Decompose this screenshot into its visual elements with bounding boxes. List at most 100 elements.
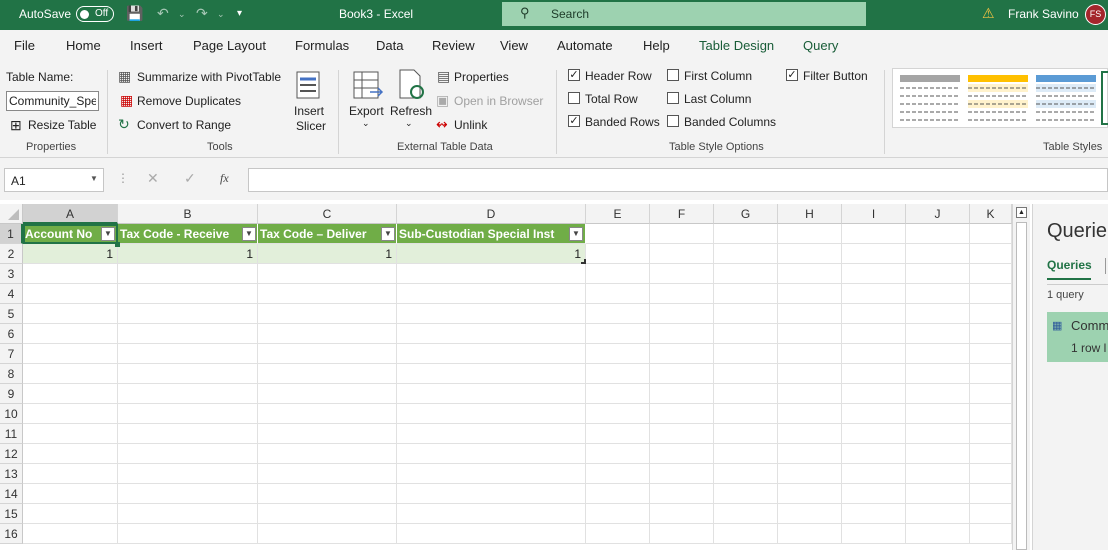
grid-cell[interactable] (906, 264, 970, 284)
warning-icon[interactable]: ⚠ (982, 5, 995, 22)
export-dropdown-icon[interactable]: ⌄ (362, 118, 370, 129)
grid-cell[interactable] (778, 224, 842, 244)
row-header-15[interactable]: 15 (0, 504, 23, 524)
grid-cell[interactable] (586, 484, 650, 504)
insert-slicer-label-1[interactable]: Insert (294, 104, 324, 118)
query-item[interactable]: ▦ Comm 1 row l (1047, 312, 1108, 362)
table-header-cell[interactable]: Tax Code – Deliver ▼ (258, 224, 397, 244)
resize-table-button[interactable]: Resize Table (28, 118, 96, 132)
table-style-gray[interactable] (899, 74, 961, 122)
row-header-7[interactable]: 7 (0, 344, 23, 364)
grid-cell[interactable] (118, 384, 258, 404)
grid-cell[interactable] (650, 344, 714, 364)
table-resize-handle[interactable] (581, 259, 586, 264)
table-style-selected[interactable] (1101, 71, 1108, 125)
grid-cell[interactable] (23, 384, 118, 404)
grid-cell[interactable] (118, 264, 258, 284)
grid-cell[interactable] (778, 444, 842, 464)
grid-cell[interactable] (118, 364, 258, 384)
grid-cell[interactable] (586, 344, 650, 364)
grid-cell[interactable] (118, 504, 258, 524)
filter-dropdown-icon[interactable]: ▼ (381, 227, 395, 241)
grid-cell[interactable] (714, 484, 778, 504)
convert-to-range-button[interactable]: Convert to Range (137, 118, 231, 132)
grid-cell[interactable] (970, 264, 1012, 284)
table-cell[interactable]: 1 (23, 244, 118, 264)
grid-cell[interactable] (397, 504, 586, 524)
grid-cell[interactable] (970, 384, 1012, 404)
grid-cell[interactable] (586, 444, 650, 464)
grid-cell[interactable] (842, 264, 906, 284)
grid-cell[interactable] (714, 364, 778, 384)
grid-cell[interactable] (118, 284, 258, 304)
row-header-4[interactable]: 4 (0, 284, 23, 304)
grid-cell[interactable] (906, 284, 970, 304)
column-header-b[interactable]: B (118, 204, 258, 224)
grid-cell[interactable] (842, 344, 906, 364)
column-header-h[interactable]: H (778, 204, 842, 224)
grid-cell[interactable] (906, 244, 970, 264)
grid-cell[interactable] (258, 384, 397, 404)
tab-formulas[interactable]: Formulas (295, 38, 349, 53)
grid-cell[interactable] (714, 264, 778, 284)
redo-icon[interactable]: ↷ (196, 5, 208, 22)
grid-cell[interactable] (397, 324, 586, 344)
grid-cell[interactable] (906, 384, 970, 404)
grid-cell[interactable] (23, 504, 118, 524)
grid-cell[interactable] (970, 344, 1012, 364)
filter-dropdown-icon[interactable]: ▼ (101, 227, 115, 241)
grid-cell[interactable] (778, 264, 842, 284)
grid-cell[interactable] (23, 464, 118, 484)
row-header-6[interactable]: 6 (0, 324, 23, 344)
grid-cell[interactable] (650, 484, 714, 504)
grid-cell[interactable] (586, 324, 650, 344)
insert-slicer-label-2[interactable]: Slicer (296, 119, 326, 133)
unlink-button[interactable]: Unlink (454, 118, 487, 132)
grid-cell[interactable] (586, 504, 650, 524)
grid-cell[interactable] (778, 244, 842, 264)
grid-cell[interactable] (650, 264, 714, 284)
grid-cell[interactable] (778, 364, 842, 384)
grid-cell[interactable] (842, 384, 906, 404)
grid-cell[interactable] (842, 364, 906, 384)
tab-help[interactable]: Help (643, 38, 670, 53)
grid-cell[interactable] (970, 324, 1012, 344)
tab-automate[interactable]: Automate (557, 38, 613, 53)
grid-cell[interactable] (842, 524, 906, 544)
grid-cell[interactable] (778, 424, 842, 444)
table-cell[interactable]: 1 (258, 244, 397, 264)
grid-cell[interactable] (778, 304, 842, 324)
grid-cell[interactable] (650, 504, 714, 524)
tab-queries[interactable]: Queries (1047, 258, 1092, 272)
column-header-j[interactable]: J (906, 204, 970, 224)
grid-cell[interactable] (714, 344, 778, 364)
insert-function-icon[interactable]: fx (220, 171, 229, 186)
grid-cell[interactable] (258, 404, 397, 424)
grid-cell[interactable] (258, 284, 397, 304)
grid-cell[interactable] (714, 424, 778, 444)
grid-cell[interactable] (970, 364, 1012, 384)
row-header-14[interactable]: 14 (0, 484, 23, 504)
table-style-gold[interactable] (967, 74, 1029, 122)
grid-cell[interactable] (586, 524, 650, 544)
table-cell[interactable]: 1 (397, 244, 586, 264)
grid-cell[interactable] (397, 444, 586, 464)
grid-cell[interactable] (23, 364, 118, 384)
refresh-button[interactable]: Refresh (390, 104, 432, 118)
grid-cell[interactable] (714, 444, 778, 464)
formula-input[interactable] (248, 168, 1108, 192)
grid-cell[interactable] (970, 424, 1012, 444)
grid-cell[interactable] (778, 464, 842, 484)
row-header-11[interactable]: 11 (0, 424, 23, 444)
grid-cell[interactable] (258, 524, 397, 544)
grid-cell[interactable] (714, 524, 778, 544)
grid-cell[interactable] (906, 504, 970, 524)
grid-cell[interactable] (258, 324, 397, 344)
grid-cell[interactable] (586, 224, 650, 244)
tab-home[interactable]: Home (66, 38, 101, 53)
row-header-8[interactable]: 8 (0, 364, 23, 384)
properties-button[interactable]: Properties (454, 70, 509, 84)
grid-cell[interactable] (586, 404, 650, 424)
search-box[interactable]: ⚲ Search (502, 2, 866, 26)
grid-cell[interactable] (23, 304, 118, 324)
